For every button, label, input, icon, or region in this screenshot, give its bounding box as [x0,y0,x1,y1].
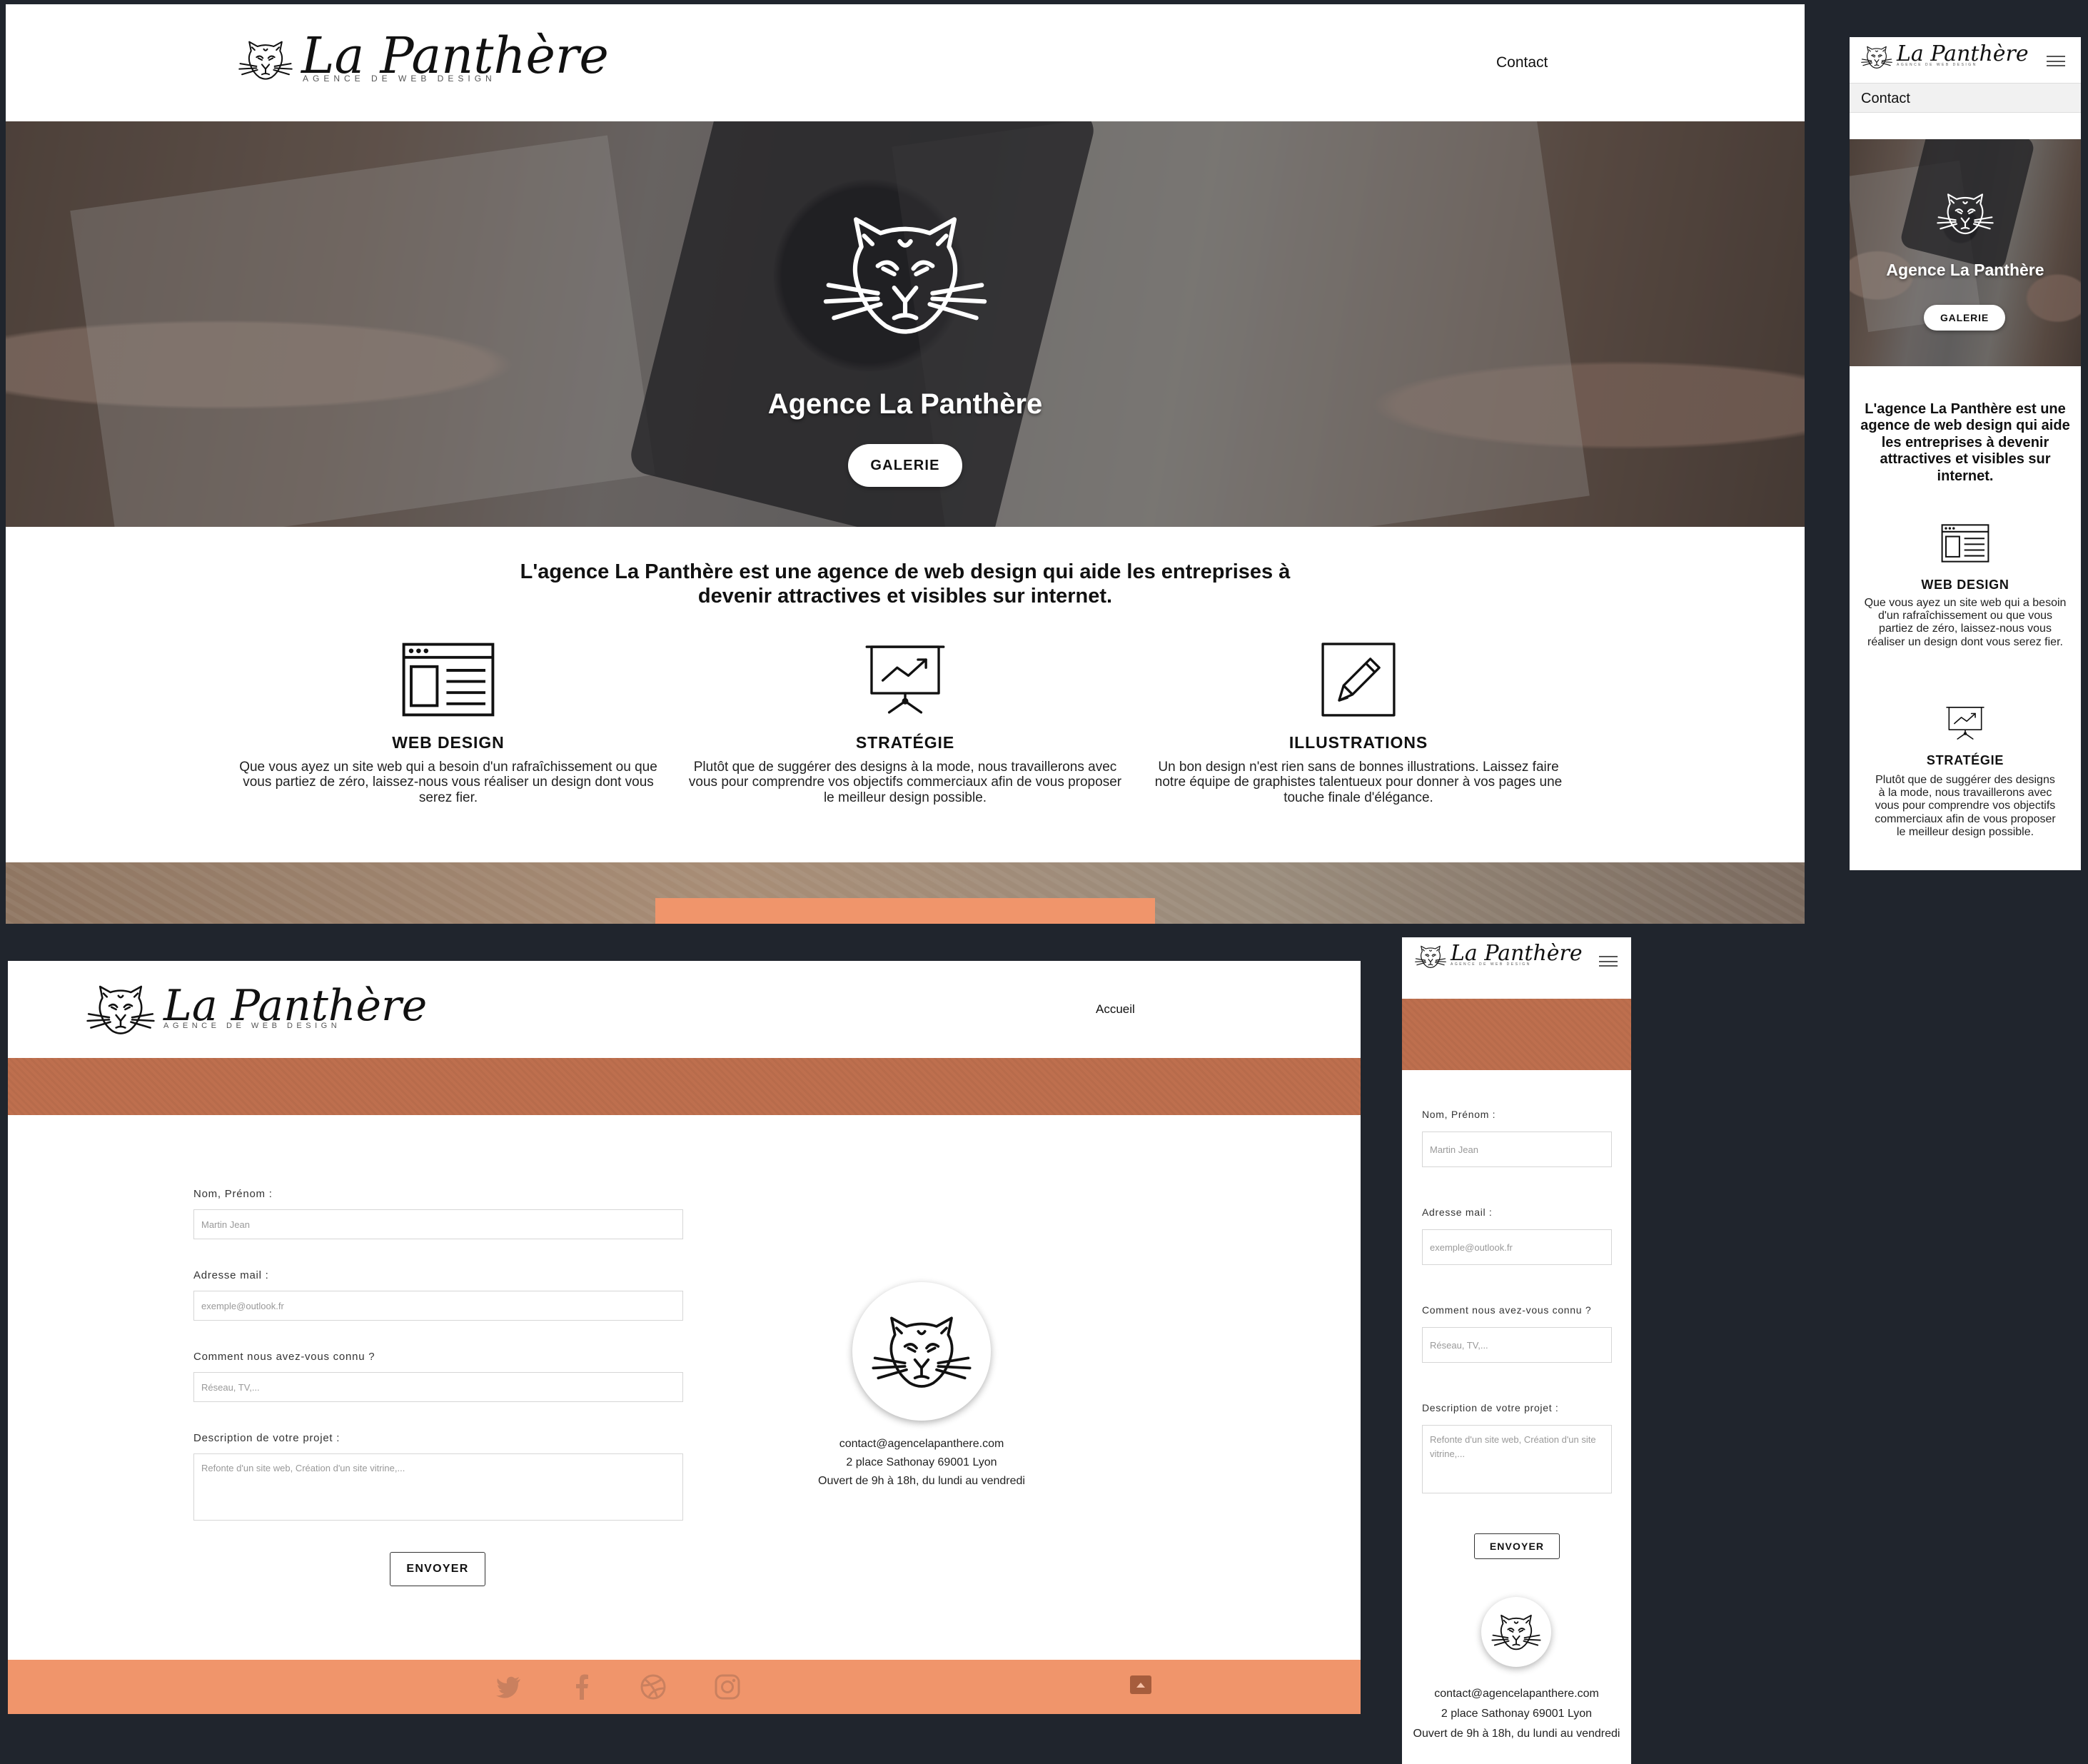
service-text: Plutôt que de suggérer des designs à la … [1875,774,2056,838]
agency-avatar [1481,1597,1551,1667]
mobile-home-page: La Panthère AGENCE DE WEB DESIGN Contact… [1850,37,2081,870]
contact-banner [8,1058,1361,1115]
panther-icon [1491,1611,1541,1653]
brand-logo[interactable]: La Panthère AGENCE DE WEB DESIGN [86,979,427,1039]
service-text: Plutôt que de suggérer des designs à la … [688,760,1122,805]
gallery-button[interactable]: GALERIE [1924,305,2005,331]
contact-email[interactable]: contact@agencelapanthere.com [1409,1684,1624,1704]
dribbble-icon[interactable] [639,1673,667,1701]
panther-logo-icon [1861,41,1892,73]
gallery-button[interactable]: GALERIE [848,444,962,487]
project-label: Description de votre projet : [1422,1402,1559,1413]
strategy-icon [1946,705,1984,741]
submit-button[interactable]: ENVOYER [390,1552,485,1586]
brand-tagline: AGENCE DE WEB DESIGN [1451,962,1531,967]
brand-tagline: AGENCE DE WEB DESIGN [163,1022,341,1030]
desktop-contact-page: La Panthère AGENCE DE WEB DESIGN Accueil… [8,961,1361,1714]
project-textarea[interactable]: Refonte d'un site web, Création d'un sit… [1422,1425,1612,1493]
nav-contact-link[interactable]: Contact [1496,54,1548,71]
contact-address: 2 place Sathonay 69001 Lyon [1441,1708,1593,1720]
instagram-icon[interactable] [713,1673,742,1701]
service-title: STRATÉGIE [1926,753,2004,767]
source-label: Comment nous avez-vous connu ? [1422,1304,1592,1316]
mobile-menu: Contact [1850,83,2081,113]
hero-panther-icon [823,206,987,343]
brand-logo[interactable]: La Panthère AGENCE DE WEB DESIGN [1861,41,2029,73]
contact-banner [1402,999,1631,1070]
footer [8,1660,1361,1714]
strategy-icon [865,642,945,717]
panther-logo-icon [86,979,155,1039]
submit-button[interactable]: ENVOYER [1474,1533,1560,1559]
service-illustrations: ILLUSTRATIONS Un bon design n'est rien s… [1144,642,1573,805]
contact-email[interactable]: contact@agencelapanthere.com [779,1435,1064,1453]
panther-logo-icon [238,24,293,96]
facebook-icon[interactable] [568,1673,596,1701]
name-label: Nom, Prénom : [1422,1109,1496,1120]
contact-info: contact@agencelapanthere.com 2 place Sat… [779,1435,1064,1491]
brand-tagline: AGENCE DE WEB DESIGN [303,74,496,84]
email-label: Adresse mail : [1422,1206,1493,1218]
brand-name: La Panthère [163,981,428,1031]
contact-hours: Ouvert de 9h à 18h, du lundi au vendredi [1413,1728,1620,1740]
hero-banner: Agence La Panthère GALERIE [1850,139,2081,366]
source-input[interactable]: Réseau, TV,... [1422,1327,1612,1363]
service-web-design: WEB DESIGN Que vous ayez un site web qui… [234,642,662,805]
hero-title: Agence La Panthère [767,388,1043,420]
name-label: Nom, Prénom : [193,1188,273,1200]
name-input[interactable]: Martin Jean [1422,1132,1612,1167]
hero-title: Agence La Panthère [1886,261,2044,279]
brand-name: La Panthère [1897,41,2029,66]
source-label: Comment nous avez-vous connu ? [193,1351,375,1363]
project-textarea[interactable]: Refonte d'un site web, Création d'un sit… [193,1453,683,1521]
contact-address: 2 place Sathonay 69001 Lyon [846,1456,997,1468]
service-web-design: WEB DESIGN Que vous ayez un site web qui… [1864,524,2067,649]
hero-panther-icon [1937,189,1994,238]
illustration-icon [1321,642,1396,717]
email-input[interactable]: exemple@outlook.fr [193,1291,683,1321]
service-title: WEB DESIGN [392,733,505,752]
scroll-top-button[interactable] [1130,1675,1151,1694]
project-label: Description de votre projet : [193,1432,341,1444]
contact-hours: Ouvert de 9h à 18h, du lundi au vendredi [818,1475,1025,1487]
nav-contact-link[interactable]: Contact [1861,91,1910,107]
service-text: Que vous ayez un site web qui a besoin d… [239,760,657,805]
menu-burger-icon[interactable] [2047,56,2065,66]
name-input[interactable]: Martin Jean [193,1209,683,1239]
service-text: Que vous ayez un site web qui a besoin d… [1864,597,2067,648]
desktop-home-page: La Panthère AGENCE DE WEB DESIGN Contact… [6,4,1805,924]
service-strategy: STRATÉGIE Plutôt que de suggérer des des… [687,642,1123,805]
web-design-icon [1941,524,1989,563]
panther-logo-icon [1415,942,1446,972]
service-text: Un bon design n'est rien sans de bonnes … [1154,760,1563,805]
contact-info: contact@agencelapanthere.com 2 place Sat… [1409,1684,1624,1740]
agency-avatar [852,1282,991,1421]
service-title: WEB DESIGN [1921,578,2009,592]
menu-burger-icon[interactable] [1599,956,1618,967]
gallery-card [655,898,1155,924]
brand-name: La Panthère [1451,940,1583,966]
nav-home-link[interactable]: Accueil [1096,1002,1135,1017]
web-design-icon [400,642,497,717]
service-title: ILLUSTRATIONS [1288,733,1428,752]
chevron-up-icon [1136,1683,1145,1688]
brand-tagline: AGENCE DE WEB DESIGN [1897,62,1977,67]
service-title: STRATÉGIE [855,733,955,752]
brand-logo[interactable]: La Panthère AGENCE DE WEB DESIGN [238,24,609,96]
intro-text: L'agence La Panthère est une agence de w… [1860,401,2070,484]
brand-logo[interactable]: La Panthère AGENCE DE WEB DESIGN [1415,942,1583,972]
source-input[interactable]: Réseau, TV,... [193,1372,683,1402]
panther-icon [872,1309,972,1393]
intro-text: L'agence La Panthère est une agence de w… [520,560,1291,608]
service-strategy: STRATÉGIE Plutôt que de suggérer des des… [1874,705,2057,839]
email-label: Adresse mail : [193,1269,269,1281]
hero-banner: Agence La Panthère GALERIE [6,121,1805,527]
email-input[interactable]: exemple@outlook.fr [1422,1229,1612,1265]
mobile-contact-page: La Panthère AGENCE DE WEB DESIGN Nom, Pr… [1402,937,1631,1764]
twitter-icon[interactable] [495,1673,523,1701]
